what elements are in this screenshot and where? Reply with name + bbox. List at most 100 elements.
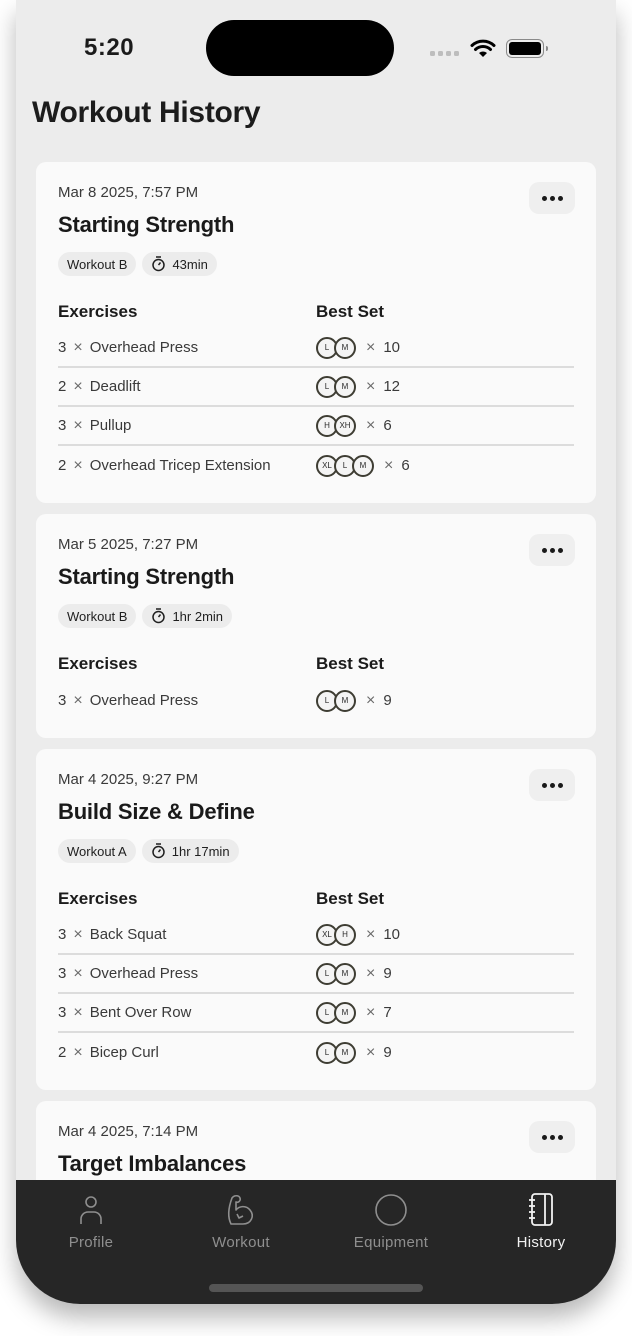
times-icon: × <box>366 925 376 943</box>
best-set: H XH × 6 <box>316 414 392 437</box>
exercise-row[interactable]: 3 × Overhead Press LM × 10 <box>58 329 574 368</box>
times-icon: × <box>366 1003 376 1021</box>
exercise-name: Pullup <box>89 417 132 434</box>
workout-card[interactable]: Mar 8 2025, 7:57 PM Starting Strength Wor… <box>36 162 596 503</box>
more-options-button[interactable] <box>529 534 575 566</box>
exercise-name: Bicep Curl <box>89 1044 159 1061</box>
exercise-rows: 3 × Overhead Press LM × 10 2 × Deadlift <box>58 329 574 485</box>
exercise-row[interactable]: 3 × Bent Over Row LM × 7 <box>58 994 574 1033</box>
weight-plate-icon: M <box>334 375 356 398</box>
workout-card[interactable]: Mar 4 2025, 7:14 PM Target Imbalances <box>36 1101 596 1180</box>
exercise-row[interactable]: 3 × Overhead Press LM × 9 <box>58 955 574 994</box>
workout-date: Mar 5 2025, 7:27 PM <box>58 536 199 553</box>
exercise-rows: 3 × Back Squat XL H × 10 3 × Overhead Pres… <box>58 916 574 1072</box>
exercise-name: Overhead Tricep Extension <box>89 457 271 474</box>
workout-title: Build Size & Define <box>58 799 255 824</box>
times-icon: × <box>366 338 376 356</box>
tab-label: Profile <box>68 1234 114 1251</box>
more-options-button[interactable] <box>529 182 575 214</box>
stopwatch-icon <box>151 843 165 859</box>
exercise-row[interactable]: 3 × Pullup H XH × 6 <box>58 407 574 446</box>
exercise-row[interactable]: 2 × Bicep Curl LM × 9 <box>58 1033 574 1072</box>
exercise-table-header: Exercises Best Set <box>58 889 574 909</box>
weight-plate-icon: M <box>334 962 356 985</box>
best-set: LM × 12 <box>316 375 400 398</box>
exercises-header: Exercises <box>58 302 138 321</box>
more-options-button[interactable] <box>529 1121 575 1153</box>
workout-title: Starting Strength <box>58 212 235 237</box>
times-icon: × <box>73 964 83 982</box>
weight-plate-icon: M <box>352 454 374 477</box>
notebook-icon <box>529 1193 553 1226</box>
times-icon: × <box>73 416 83 434</box>
workout-history-list[interactable]: Mar 8 2025, 7:57 PM Starting Strength Wor… <box>36 162 596 1180</box>
tab-label: Equipment <box>353 1234 429 1251</box>
exercise-table-header: Exercises Best Set <box>58 654 574 674</box>
circle-icon <box>375 1194 407 1226</box>
stopwatch-icon <box>152 256 166 272</box>
best-set: LM × 7 <box>316 1001 392 1024</box>
exercise-row[interactable]: 2 × Overhead Tricep Extension XL L M × 6 <box>58 446 574 485</box>
tab-history[interactable]: History <box>466 1180 616 1304</box>
exercise-sets: 3 <box>58 965 67 982</box>
best-set-reps: 9 <box>383 692 392 709</box>
exercise-rows: 3 × Overhead Press LM × 9 <box>58 681 574 720</box>
plate-stack: LM <box>316 375 356 398</box>
workout-card[interactable]: Mar 4 2025, 9:27 PM Build Size & Define W… <box>36 749 596 1090</box>
times-icon: × <box>73 456 83 474</box>
best-set: XL L M × 6 <box>316 454 410 477</box>
workout-title: Starting Strength <box>58 564 235 589</box>
exercise-row[interactable]: 2 × Deadlift LM × 12 <box>58 368 574 407</box>
plate-stack: LM <box>316 962 356 985</box>
best-set-reps: 9 <box>383 1044 392 1061</box>
best-set-reps: 10 <box>383 339 401 356</box>
best-set-reps: 6 <box>383 417 392 434</box>
times-icon: × <box>73 1003 83 1021</box>
home-indicator[interactable] <box>209 1284 423 1292</box>
ellipsis-icon <box>541 547 547 553</box>
times-icon: × <box>73 925 83 943</box>
times-icon: × <box>384 456 394 474</box>
page-title: Workout History <box>32 96 261 129</box>
exercise-table-header: Exercises Best Set <box>58 302 574 322</box>
exercise-row[interactable]: 3 × Overhead Press LM × 9 <box>58 681 574 720</box>
best-set-reps: 10 <box>383 926 401 943</box>
exercises-header: Exercises <box>58 654 138 673</box>
dynamic-island <box>206 20 394 76</box>
plate-stack: XL H <box>316 923 356 946</box>
workout-variant-chip: Workout B <box>58 252 137 276</box>
cellular-signal-icon <box>430 51 459 56</box>
stopwatch-icon <box>152 608 166 624</box>
workout-variant-chip: Workout A <box>58 839 136 863</box>
exercise-sets: 2 <box>58 378 67 395</box>
workout-date: Mar 4 2025, 7:14 PM <box>58 1123 199 1140</box>
weight-plate-icon: M <box>334 336 356 359</box>
times-icon: × <box>73 1043 83 1061</box>
duration-chip: 43min <box>142 252 217 276</box>
battery-icon <box>506 39 548 58</box>
exercise-sets: 2 <box>58 457 67 474</box>
exercise-sets: 2 <box>58 1044 67 1061</box>
times-icon: × <box>366 416 376 434</box>
exercise-name: Overhead Press <box>89 965 199 982</box>
best-set: LM × 9 <box>316 962 392 985</box>
times-icon: × <box>366 377 376 395</box>
exercise-row[interactable]: 3 × Back Squat XL H × 10 <box>58 916 574 955</box>
more-options-button[interactable] <box>529 769 575 801</box>
duration-chip: 1hr 2min <box>142 604 233 628</box>
best-set: XL H × 10 <box>316 923 401 946</box>
workout-card[interactable]: Mar 5 2025, 7:27 PM Starting Strength Wor… <box>36 514 596 738</box>
ellipsis-icon <box>541 195 547 201</box>
exercise-sets: 3 <box>58 339 67 356</box>
tab-label: History <box>516 1234 566 1251</box>
exercise-sets: 3 <box>58 692 67 709</box>
duration-chip: 1hr 17min <box>141 839 239 863</box>
exercise-sets: 3 <box>58 417 67 434</box>
times-icon: × <box>73 377 83 395</box>
times-icon: × <box>366 964 376 982</box>
best-set-header: Best Set <box>316 302 385 321</box>
best-set: LM × 9 <box>316 689 392 712</box>
best-set: LM × 10 <box>316 336 401 359</box>
times-icon: × <box>366 691 376 709</box>
tab-profile[interactable]: Profile <box>16 1180 166 1304</box>
